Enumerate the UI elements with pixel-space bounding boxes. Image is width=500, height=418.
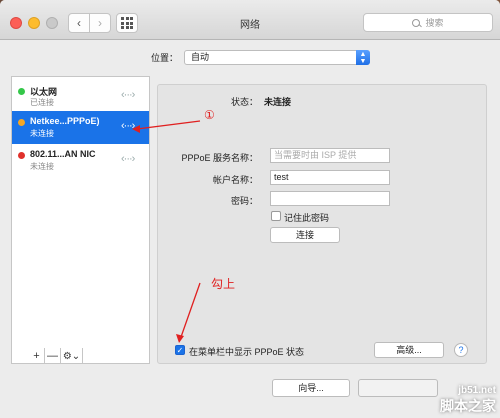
search-field[interactable]: 搜索 — [363, 13, 493, 32]
remember-password-checkbox[interactable] — [271, 211, 281, 221]
account-name-input[interactable]: test — [270, 170, 390, 185]
network-preferences-window: ‹ › 网络 搜索 位置： 自动 ▲ ▼ 以太网 已连接 ‹···› Netkee… — [0, 0, 500, 418]
connect-button[interactable]: 连接 — [270, 227, 340, 243]
watermark: jb51.net 脚本之家 — [440, 385, 496, 416]
add-service-button[interactable]: + — [29, 348, 45, 364]
service-item-ethernet[interactable]: 以太网 已连接 ‹···› — [12, 80, 149, 113]
advanced-button[interactable]: 高级... — [374, 342, 444, 358]
pppoe-service-name-label: PPPoE 服务名称： — [181, 153, 258, 163]
account-name-label: 帐户名称： — [212, 175, 258, 185]
service-status: 已连接 — [30, 98, 54, 107]
show-in-menubar-checkbox[interactable]: ✓ — [175, 345, 185, 355]
service-item-pppoe[interactable]: Netkee...PPPoE) 未连接 ‹···› — [12, 111, 149, 144]
updown-arrows-icon: ▲ ▼ — [356, 50, 371, 65]
location-label: 位置： — [151, 53, 179, 63]
network-arrows-icon: ‹···› — [121, 120, 135, 132]
remove-service-button[interactable]: — — [45, 348, 61, 364]
status-dot-red — [18, 152, 25, 159]
service-list-toolbar: + — ⚙⌄ — [29, 348, 83, 364]
password-input[interactable] — [270, 191, 390, 206]
annotation-circle-one: ① — [204, 108, 215, 122]
titlebar: ‹ › 网络 搜索 — [0, 0, 500, 40]
location-row: 位置： 自动 ▲ ▼ — [151, 50, 371, 65]
show-in-menubar-label: 在菜单栏中显示 PPPoE 状态 — [189, 347, 305, 357]
annotation-check-it: 勾上 — [211, 277, 236, 291]
remember-password-label: 记住此密码 — [284, 213, 330, 223]
service-status: 未连接 — [30, 162, 54, 171]
search-icon — [412, 18, 421, 27]
location-value: 自动 — [191, 52, 210, 62]
service-item-wifi[interactable]: 802.11...AN NIC 未连接 ‹···› — [12, 144, 149, 177]
service-detail-panel: 状态： 未连接 PPPoE 服务名称： 当需要时由 ISP 提供 帐户名称： t… — [157, 84, 487, 364]
gear-menu-button[interactable]: ⚙⌄ — [61, 348, 83, 364]
assistant-button[interactable]: 向导... — [272, 379, 350, 397]
search-placeholder: 搜索 — [425, 18, 444, 28]
network-arrows-icon: ‹···› — [121, 153, 135, 165]
location-select[interactable]: 自动 ▲ ▼ — [184, 50, 371, 65]
password-label: 密码： — [230, 196, 258, 206]
pppoe-service-name-placeholder: 当需要时由 ISP 提供 — [274, 150, 357, 160]
watermark-name: 脚本之家 — [440, 398, 496, 414]
service-name: Netkee...PPPoE) — [30, 116, 100, 126]
service-status: 未连接 — [30, 129, 54, 138]
status-dot-yellow — [18, 119, 25, 126]
service-name: 802.11...AN NIC — [30, 149, 96, 159]
service-list: 以太网 已连接 ‹···› Netkee...PPPoE) 未连接 ‹···› … — [11, 76, 150, 364]
pppoe-service-name-input[interactable]: 当需要时由 ISP 提供 — [270, 148, 390, 163]
status-label: 状态： — [230, 97, 258, 107]
watermark-site: jb51.net — [458, 385, 496, 396]
help-button[interactable]: ? — [454, 343, 468, 357]
network-arrows-icon: ‹···› — [121, 89, 135, 101]
apply-button[interactable] — [358, 379, 438, 397]
status-dot-green — [18, 88, 25, 95]
status-value: 未连接 — [264, 97, 292, 107]
